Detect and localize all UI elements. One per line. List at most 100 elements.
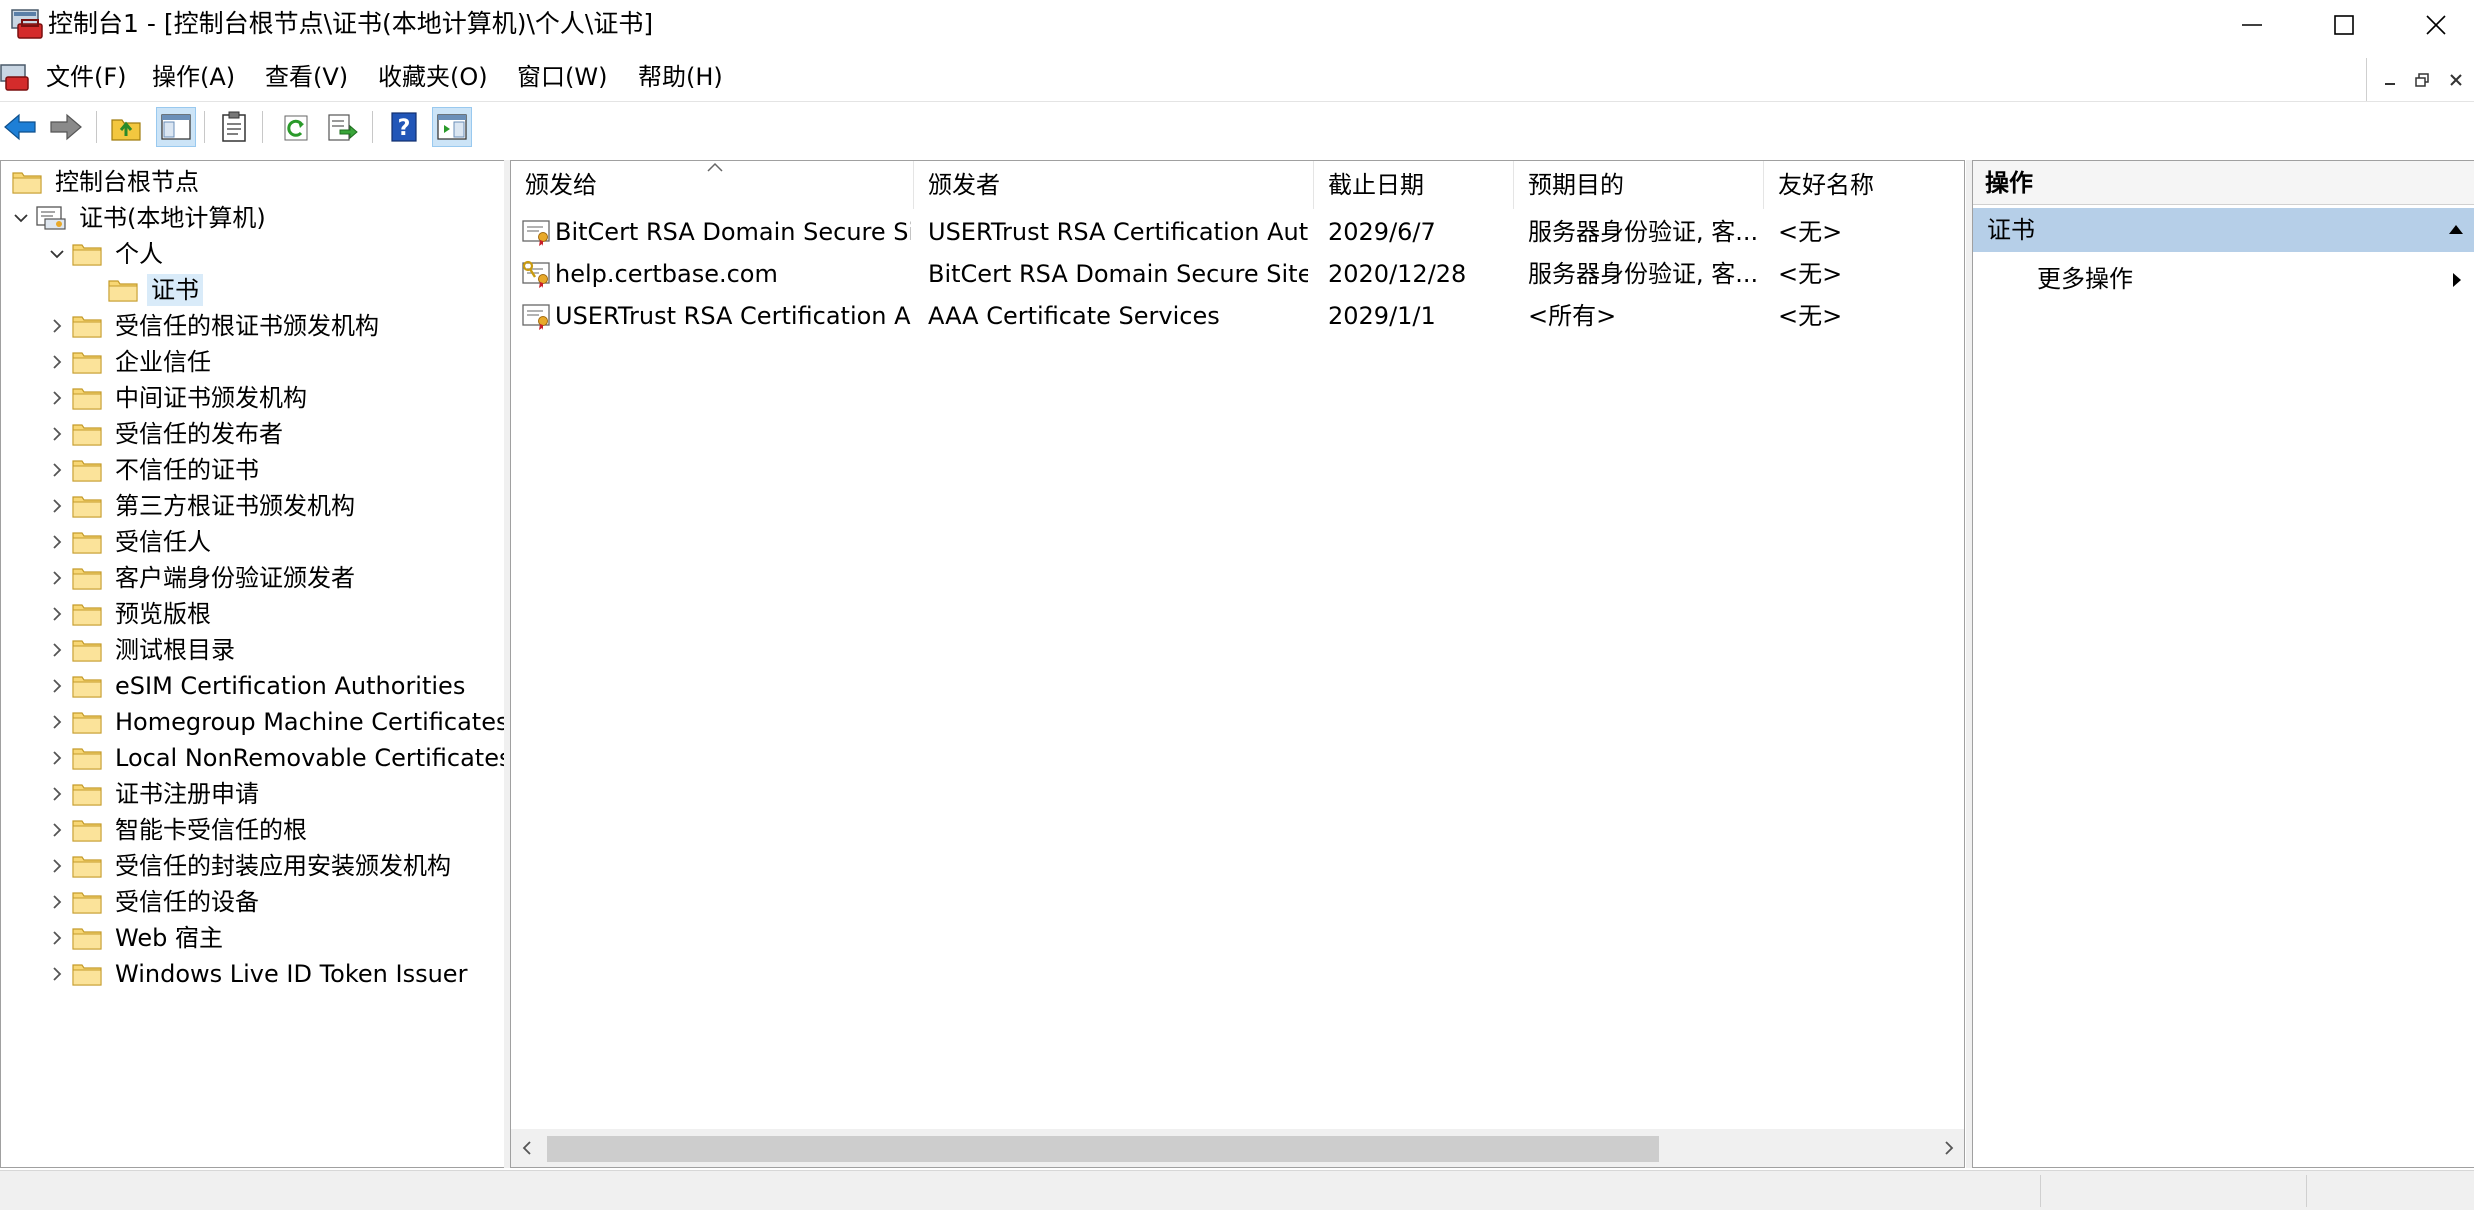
chevron-right-icon[interactable] — [47, 424, 67, 444]
chevron-right-icon[interactable] — [47, 388, 67, 408]
tree-item[interactable]: 测试根目录 — [47, 633, 239, 667]
close-button[interactable] — [2390, 0, 2474, 50]
chevron-right-icon[interactable] — [47, 820, 67, 840]
chevron-right-icon[interactable] — [47, 568, 67, 588]
back-button[interactable] — [0, 107, 40, 147]
tree-item[interactable]: 第三方根证书颁发机构 — [47, 489, 359, 523]
certificate-row[interactable]: BitCert RSA Domain Secure Sit... USERTrus… — [511, 211, 1964, 253]
chevron-right-icon[interactable] — [47, 784, 67, 804]
chevron-right-icon[interactable] — [47, 892, 67, 912]
toolbar: ? — [0, 101, 2474, 153]
tree-item[interactable]: 企业信任 — [47, 345, 215, 379]
column-header-issuer[interactable]: 颁发者 — [914, 161, 1314, 209]
chevron-right-icon[interactable] — [47, 640, 67, 660]
chevron-right-icon[interactable] — [47, 532, 67, 552]
tree-item-label: 控制台根节点 — [55, 168, 199, 196]
cell-issued-to: help.certbase.com — [555, 260, 778, 288]
up-one-level-button[interactable] — [106, 107, 146, 147]
chevron-down-icon[interactable] — [47, 244, 67, 264]
chevron-down-icon[interactable] — [11, 208, 31, 228]
scroll-right-button[interactable] — [1939, 1137, 1959, 1159]
scroll-thumb[interactable] — [547, 1136, 1659, 1162]
action-more-actions[interactable]: 更多操作 — [1973, 257, 2474, 301]
child-restore-button[interactable] — [2407, 66, 2437, 94]
tree-item[interactable]: Homegroup Machine Certificates — [47, 705, 512, 739]
tree-item-label: 中间证书颁发机构 — [115, 384, 307, 412]
cell-expires: 2029/6/7 — [1328, 218, 1436, 246]
show-hide-tree-button[interactable] — [156, 107, 196, 147]
tree-item[interactable]: 证书(本地计算机) — [11, 201, 270, 235]
child-close-button[interactable] — [2441, 66, 2471, 94]
refresh-button[interactable] — [276, 107, 316, 147]
chevron-right-icon[interactable] — [47, 496, 67, 516]
tree-item[interactable]: 受信任的设备 — [47, 885, 263, 919]
tree-item[interactable]: 个人 — [47, 237, 167, 271]
tree-item[interactable]: 客户端身份验证颁发者 — [47, 561, 359, 595]
cell-issuer: BitCert RSA Domain Secure Site ... — [928, 260, 1308, 288]
tree-item[interactable]: 受信任的根证书颁发机构 — [47, 309, 383, 343]
chevron-right-icon[interactable] — [47, 676, 67, 696]
submenu-arrow-icon — [2453, 273, 2461, 287]
horizontal-scrollbar[interactable] — [511, 1129, 1964, 1167]
menu-window[interactable]: 窗口(W) — [513, 61, 611, 93]
mdi-child-controls — [2366, 58, 2474, 102]
scroll-left-button[interactable] — [517, 1137, 537, 1159]
menu-view[interactable]: 查看(V) — [261, 61, 352, 93]
chevron-right-icon[interactable] — [47, 856, 67, 876]
chevron-right-icon[interactable] — [47, 964, 67, 984]
system-menu-icon[interactable] — [0, 61, 30, 93]
column-header-friendly-name[interactable]: 友好名称 — [1764, 161, 1964, 209]
folder-icon — [71, 853, 103, 879]
tree-item[interactable]: 受信任的封装应用安装颁发机构 — [47, 849, 455, 883]
tree-item[interactable]: 控制台根节点 — [7, 165, 203, 199]
tree-item[interactable]: 中间证书颁发机构 — [47, 381, 311, 415]
forward-button[interactable] — [46, 107, 86, 147]
certificate-row[interactable]: USERTrust RSA Certification A... AAA Cert… — [511, 295, 1964, 337]
tree-item[interactable]: Windows Live ID Token Issuer — [47, 957, 471, 991]
tree-item-label: 客户端身份验证颁发者 — [115, 564, 355, 592]
tree-item[interactable]: 证书 — [83, 273, 203, 307]
column-header-purpose[interactable]: 预期目的 — [1514, 161, 1764, 209]
tree-item[interactable]: 不信任的证书 — [47, 453, 263, 487]
tree-item[interactable]: Web 宿主 — [47, 921, 227, 955]
folder-icon — [71, 709, 103, 735]
actions-section-certificates[interactable]: 证书 — [1973, 208, 2474, 252]
maximize-button[interactable] — [2298, 0, 2390, 50]
cell-friendly: <无> — [1778, 218, 1843, 246]
cell-purpose: <所有> — [1528, 302, 1617, 330]
tree-item[interactable]: 智能卡受信任的根 — [47, 813, 311, 847]
toolbar-separator — [262, 111, 263, 143]
chevron-right-icon[interactable] — [47, 460, 67, 480]
menu-favorites[interactable]: 收藏夹(O) — [374, 61, 492, 93]
chevron-right-icon[interactable] — [47, 604, 67, 624]
column-header-expiration[interactable]: 截止日期 — [1314, 161, 1514, 209]
chevron-right-icon[interactable] — [47, 352, 67, 372]
folder-icon — [71, 817, 103, 843]
chevron-right-icon[interactable] — [47, 316, 67, 336]
menu-help[interactable]: 帮助(H) — [634, 61, 727, 93]
tree-item-label: 证书注册申请 — [115, 780, 259, 808]
tree-item[interactable]: Local NonRemovable Certificates — [47, 741, 515, 775]
minimize-button[interactable] — [2206, 0, 2298, 50]
properties-button[interactable] — [214, 107, 254, 147]
action-more-actions-label: 更多操作 — [2037, 265, 2133, 293]
collapse-up-icon[interactable] — [2447, 222, 2465, 236]
chevron-right-icon[interactable] — [47, 928, 67, 948]
tree-item[interactable]: 预览版根 — [47, 597, 215, 631]
chevron-right-icon[interactable] — [47, 712, 67, 732]
show-hide-action-pane-button[interactable] — [432, 107, 472, 147]
chevron-right-icon[interactable] — [47, 748, 67, 768]
tree-item[interactable]: 证书注册申请 — [47, 777, 263, 811]
tree-item[interactable]: 受信任人 — [47, 525, 215, 559]
toolbar-separator — [96, 111, 97, 143]
tree-item[interactable]: 受信任的发布者 — [47, 417, 287, 451]
sort-ascending-icon — [707, 162, 723, 172]
menu-action[interactable]: 操作(A) — [148, 61, 239, 93]
export-list-button[interactable] — [322, 107, 362, 147]
help-button[interactable]: ? — [384, 107, 424, 147]
certificate-row[interactable]: help.certbase.com BitCert RSA Domain Secu… — [511, 253, 1964, 295]
child-minimize-button[interactable] — [2375, 66, 2405, 94]
menu-file[interactable]: 文件(F) — [42, 61, 131, 93]
status-separator — [2306, 1175, 2307, 1207]
tree-item[interactable]: eSIM Certification Authorities — [47, 669, 469, 703]
